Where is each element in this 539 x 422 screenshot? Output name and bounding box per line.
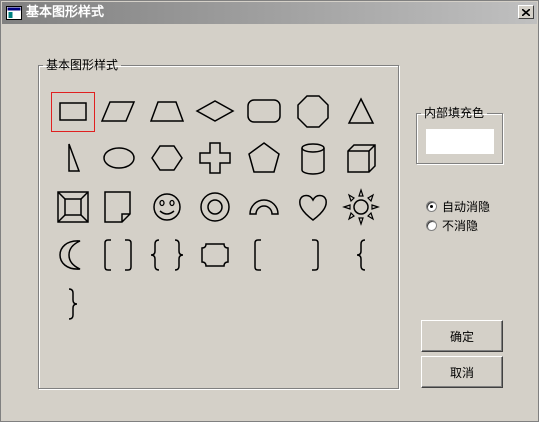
- bevel-icon: [57, 191, 89, 223]
- octagon-icon: [297, 95, 329, 128]
- smiley-icon: [153, 193, 181, 221]
- rectangle-icon: [59, 102, 87, 121]
- parallelogram-icon: [100, 101, 136, 122]
- sun-icon: [342, 188, 380, 226]
- rounded-rectangle-icon: [247, 99, 281, 123]
- double-brace-icon: [150, 239, 184, 271]
- shape-left-bracket[interactable]: [242, 235, 286, 275]
- no-hide-label: 不消隐: [442, 218, 479, 233]
- shape-octagon[interactable]: [291, 92, 335, 132]
- left-bracket-icon: [254, 239, 261, 271]
- plaque-icon: [201, 243, 229, 267]
- auto-hide-label: 自动消隐: [442, 199, 491, 214]
- shape-block-arc[interactable]: [242, 187, 286, 227]
- shape-parallelogram[interactable]: [96, 92, 140, 132]
- shape-hexagon[interactable]: [145, 138, 189, 178]
- shape-diamond[interactable]: [193, 92, 237, 132]
- folded-corner-icon: [104, 191, 131, 223]
- close-button[interactable]: [518, 5, 534, 19]
- ok-button[interactable]: 确定: [421, 320, 503, 352]
- left-brace-icon: [356, 239, 366, 271]
- auto-hide-radio[interactable]: [426, 200, 437, 212]
- cancel-button[interactable]: 取消: [421, 356, 503, 388]
- shape-isosceles-triangle[interactable]: [339, 92, 383, 132]
- shape-heart[interactable]: [291, 187, 335, 227]
- shape-right-brace[interactable]: [51, 284, 95, 324]
- window-icon: [6, 6, 22, 20]
- moon-icon: [59, 240, 81, 270]
- right-triangle-icon: [68, 143, 81, 172]
- cube-icon: [347, 144, 376, 173]
- shape-trapezoid[interactable]: [145, 92, 189, 132]
- close-icon: [522, 8, 530, 16]
- title-bar[interactable]: 基本图形样式: [2, 2, 537, 24]
- right-brace-icon: [68, 288, 78, 320]
- shapes-grid: [38, 58, 399, 389]
- right-bracket-icon: [312, 239, 319, 271]
- ellipse-icon: [103, 147, 135, 169]
- diamond-icon: [195, 100, 235, 122]
- shape-plaque[interactable]: [193, 235, 237, 275]
- fill-color-swatch[interactable]: [426, 129, 494, 154]
- shape-rectangle[interactable]: [51, 92, 95, 132]
- shape-rounded-rectangle[interactable]: [242, 92, 286, 132]
- can-icon: [301, 143, 325, 175]
- shape-ellipse[interactable]: [96, 138, 140, 178]
- shape-moon[interactable]: [51, 235, 95, 275]
- heart-icon: [299, 194, 327, 221]
- shape-donut[interactable]: [193, 187, 237, 227]
- hexagon-icon: [151, 145, 183, 171]
- shape-right-triangle[interactable]: [51, 138, 95, 178]
- window-title: 基本图形样式: [26, 5, 105, 20]
- shape-bevel[interactable]: [51, 187, 95, 227]
- shape-double-brace[interactable]: [145, 235, 189, 275]
- shape-folded-corner[interactable]: [96, 187, 140, 227]
- fill-color-legend: 内部填充色: [424, 106, 485, 120]
- shape-can[interactable]: [291, 138, 335, 178]
- shape-sun[interactable]: [339, 187, 383, 227]
- shape-pentagon[interactable]: [242, 138, 286, 178]
- triangle-icon: [347, 97, 375, 124]
- option-no-hide[interactable]: 不消隐: [426, 217, 478, 233]
- option-auto-hide[interactable]: 自动消隐: [426, 198, 490, 214]
- donut-icon: [200, 192, 230, 222]
- shape-smiley-face[interactable]: [145, 187, 189, 227]
- no-hide-radio[interactable]: [426, 219, 437, 231]
- shape-left-brace[interactable]: [339, 235, 383, 275]
- shape-double-bracket[interactable]: [96, 235, 140, 275]
- block-arc-icon: [249, 199, 279, 215]
- double-bracket-icon: [104, 239, 132, 271]
- shape-right-bracket[interactable]: [291, 235, 335, 275]
- pentagon-icon: [248, 142, 280, 173]
- shape-cross[interactable]: [193, 138, 237, 178]
- cross-icon: [199, 142, 231, 174]
- dialog-window: 基本图形样式 基本图形样式 内部填充色 自动消隐 不消隐 确定 取消: [0, 0, 539, 422]
- trapezoid-icon: [149, 101, 185, 122]
- shape-cube[interactable]: [339, 138, 383, 178]
